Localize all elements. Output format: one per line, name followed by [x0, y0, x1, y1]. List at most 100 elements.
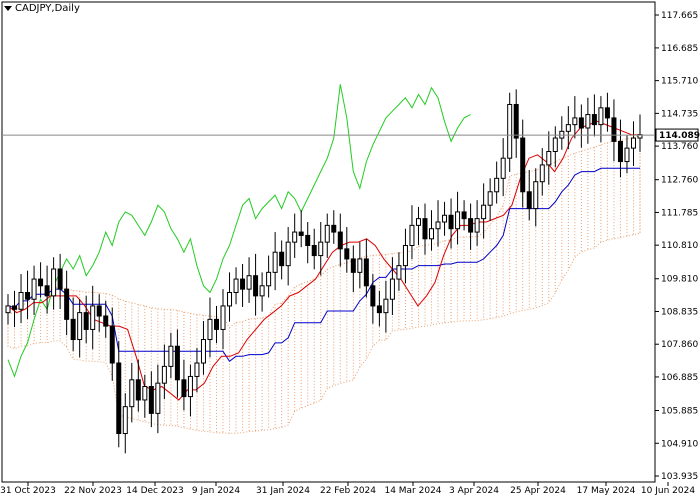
symbol-timeframe-text: CADJPY,Daily	[15, 3, 80, 14]
candle-body	[168, 345, 174, 367]
candle-body	[396, 265, 402, 280]
candle-body	[474, 218, 480, 233]
candle-body	[18, 292, 24, 310]
candle-body	[461, 211, 467, 220]
y-tick-label: 117.665	[661, 11, 698, 21]
candle-body	[520, 137, 526, 193]
candle-body	[51, 268, 57, 297]
candle-body	[429, 228, 435, 240]
candle-body	[25, 292, 31, 300]
candle-body	[285, 241, 291, 267]
candle-body	[585, 114, 591, 129]
candle-body	[591, 114, 597, 126]
x-tick-label: 22 Feb 2024	[320, 486, 376, 496]
y-tick-label: 104.910	[661, 439, 698, 449]
candle-body	[370, 285, 376, 307]
candle-body	[526, 191, 532, 210]
candle-body	[31, 278, 37, 300]
candle-body	[70, 318, 76, 341]
candle-body	[64, 288, 70, 320]
candle-body	[331, 224, 337, 233]
candle-body	[311, 245, 317, 257]
candle-body	[363, 258, 369, 287]
x-tick-label: 9 Jan 2024	[192, 486, 240, 496]
candle-body	[174, 345, 180, 381]
symbol-label: CADJPY,Daily	[4, 3, 80, 14]
candle-body	[142, 386, 148, 401]
candle-body	[207, 318, 213, 341]
candle-body	[129, 379, 135, 408]
x-tick-label: 17 May 2024	[577, 486, 636, 496]
candle-body	[422, 218, 428, 240]
candle-body	[200, 339, 206, 364]
candle-body	[539, 164, 545, 183]
x-tick-label: 25 Apr 2024	[510, 486, 566, 496]
y-tick-label: 110.810	[661, 241, 698, 251]
candle-body	[611, 117, 617, 142]
candle-body	[435, 221, 441, 230]
candle-body	[402, 245, 408, 267]
candle-body	[181, 379, 187, 398]
candle-body	[617, 140, 623, 163]
candle-body	[572, 117, 578, 126]
y-tick-label: 113.760	[661, 142, 698, 152]
candle-body	[337, 231, 343, 250]
y-tick-label: 115.710	[661, 77, 698, 87]
candle-body	[383, 298, 389, 314]
candle-body	[240, 278, 246, 290]
x-tick-label: 31 Oct 2023	[0, 486, 56, 496]
candle-body	[220, 305, 226, 330]
candle-body	[90, 305, 96, 330]
current-price-label: 114.089	[659, 131, 700, 141]
candle-body	[253, 275, 259, 297]
candle-body	[116, 362, 122, 435]
candle-body	[552, 137, 558, 152]
candle-body	[227, 292, 233, 307]
x-tick-label: 22 Nov 2023	[64, 486, 122, 496]
y-tick-label: 109.810	[661, 275, 698, 285]
candle-body	[324, 224, 330, 243]
chart-area: 117.665 116.685 115.710 114.735 113.760 112.7…	[0, 0, 700, 500]
y-tick-label: 114.735	[661, 109, 698, 119]
candle-body	[604, 107, 610, 119]
y-tick-label: 106.885	[661, 373, 698, 383]
candle-body	[187, 375, 193, 398]
candle-body	[357, 258, 363, 273]
candle-body	[448, 214, 454, 230]
candle-body	[630, 137, 636, 149]
candle-body	[57, 268, 63, 290]
candle-body	[598, 107, 604, 126]
candle-body	[507, 103, 513, 159]
x-tick-label: 14 Mar 2024	[384, 486, 441, 496]
candle-body	[415, 218, 421, 226]
candle-body	[318, 241, 324, 257]
candle-body	[513, 103, 519, 139]
candle-body	[12, 305, 18, 310]
x-tick-label: 3 Apr 2024	[449, 486, 499, 496]
candle-body	[565, 124, 571, 132]
price-chart: 117.665 116.685 115.710 114.735 113.760 112.7…	[0, 1, 700, 496]
candle-body	[455, 211, 461, 230]
y-tick-label: 105.885	[661, 407, 698, 417]
y-tick-label: 103.935	[661, 472, 698, 482]
candle-body	[376, 305, 382, 314]
candle-body	[77, 312, 83, 341]
candle-body	[44, 285, 50, 297]
y-tick-label: 108.835	[661, 307, 698, 317]
candle-body	[246, 275, 252, 290]
candle-body	[389, 278, 395, 300]
candle-body	[442, 214, 448, 223]
candle-body	[83, 312, 89, 330]
x-tick-label: 10 Jun 2024	[641, 486, 695, 496]
candle-body	[298, 231, 304, 236]
candle-body	[148, 386, 154, 414]
candle-body	[292, 231, 298, 243]
candle-body	[500, 157, 506, 179]
candle-body	[279, 251, 285, 267]
candle-body	[233, 278, 239, 294]
candle-body	[266, 271, 272, 287]
dropdown-triangle-icon[interactable]	[4, 6, 12, 11]
candle-body	[38, 278, 44, 287]
candle-body	[272, 251, 278, 273]
candle-body	[5, 305, 11, 314]
